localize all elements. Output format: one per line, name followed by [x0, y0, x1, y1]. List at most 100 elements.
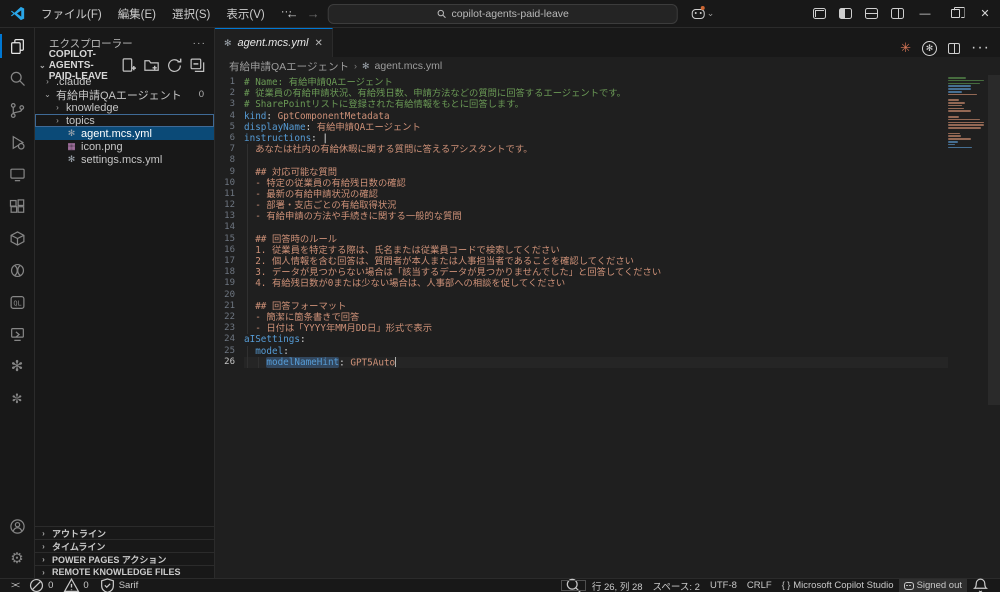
code-line-9[interactable]: 9 ## 対応可能な質問 — [215, 167, 948, 178]
nav-forward-icon[interactable]: → — [307, 6, 320, 21]
split-editor-icon[interactable] — [948, 43, 960, 54]
status-行 26, 列 28[interactable]: 行 26, 列 28 — [587, 579, 648, 592]
tree-file-agent.mcs.yml[interactable]: ✻agent.mcs.yml — [35, 127, 214, 140]
explorer-icon[interactable] — [0, 30, 35, 62]
source-control-icon[interactable] — [0, 94, 35, 126]
sidebar-section-POWER PAGES アクション[interactable]: ›POWER PAGES アクション — [35, 552, 214, 565]
code-line-15[interactable]: 15 ## 回答時のルール — [215, 234, 948, 245]
nav-back-icon[interactable]: ← — [286, 6, 299, 21]
code-line-16[interactable]: 16 1. 従業員を特定する際は、氏名または従業員コードで検索してください — [215, 245, 948, 256]
minimap-line — [948, 99, 959, 101]
code-line-13[interactable]: 13 - 有給申請の方法や手続きに関する一般的な質問 — [215, 211, 948, 222]
code-line-26[interactable]: 26 modelNameHint: GPT5Auto — [215, 357, 948, 368]
command-center-search[interactable]: copilot-agents-paid-leave — [328, 4, 678, 24]
code-line-11[interactable]: 11 - 最新の有給申請状況の確認 — [215, 189, 948, 200]
settings-gear-icon[interactable]: ⚙ — [0, 542, 35, 574]
explorer-more-actions-icon[interactable]: ··· — [193, 37, 207, 49]
code-line-25[interactable]: 25 model: — [215, 346, 948, 357]
tree-item-label: icon.png — [81, 141, 123, 153]
code-line-14[interactable]: 14 — [215, 222, 948, 233]
code-line-6[interactable]: 6instructions: | — [215, 133, 948, 144]
power-pages-icon[interactable] — [0, 318, 35, 350]
remote-status[interactable]: >< — [6, 579, 23, 592]
run-debug-icon[interactable] — [0, 126, 35, 158]
shield-status[interactable]: Sarif — [94, 579, 144, 592]
code-line-17[interactable]: 17 2. 個人情報を含む回答は、質問者が本人または人事担当者であることを確認し… — [215, 256, 948, 267]
toggle-panel-button[interactable] — [858, 0, 884, 27]
bell-status[interactable] — [967, 579, 994, 592]
tree-file-icon.png[interactable]: ▦icon.png — [35, 140, 214, 153]
remote-window-icon[interactable] — [0, 158, 35, 190]
refresh-icon[interactable] — [166, 57, 183, 74]
code-line-24[interactable]: 24aISettings: — [215, 334, 948, 345]
sidebar-section-タイムライン[interactable]: ›タイムライン — [35, 539, 214, 552]
tree-item-label: topics — [66, 115, 95, 127]
minimap[interactable] — [948, 77, 986, 149]
tree-folder-有給申請QAエージェント[interactable]: ⌄有給申請QAエージェント0 — [35, 88, 214, 101]
code-line-10[interactable]: 10 - 特定の従業員の有給残日数の確認 — [215, 178, 948, 189]
chevron-right-icon: › — [39, 542, 48, 551]
search-icon[interactable] — [0, 62, 35, 94]
tree-folder-knowledge[interactable]: ›knowledge — [35, 101, 214, 114]
code-line-12[interactable]: 12 - 部署・支店ごとの有給取得状況 — [215, 200, 948, 211]
code-line-8[interactable]: 8 — [215, 155, 948, 166]
error-status[interactable]: 0 — [23, 579, 58, 592]
menu-item-1[interactable]: 編集(E) — [111, 3, 163, 25]
copilot-menu-button[interactable]: ⌄ — [692, 8, 715, 19]
braces-status[interactable]: { }Microsoft Copilot Studio — [777, 579, 899, 592]
scrollbar[interactable] — [988, 75, 1000, 405]
account-icon[interactable] — [0, 510, 35, 542]
code-line-3[interactable]: 3# SharePointリストに登録された有給情報をもとに回答します。 — [215, 99, 948, 110]
sidebar-section-アウトライン[interactable]: ›アウトライン — [35, 526, 214, 539]
warning-status[interactable]: 0 — [58, 579, 93, 592]
more-actions-icon[interactable]: ··· — [971, 39, 990, 57]
breadcrumb-folder[interactable]: 有給申請QAエージェント — [229, 59, 349, 74]
code-line-23[interactable]: 23 - 日付は「YYYY年MM月DD日」形式で表示 — [215, 323, 948, 334]
minimize-button[interactable]: — — [910, 0, 940, 27]
tab-agent-mcs-yml[interactable]: ✻ agent.mcs.yml ✕ — [215, 28, 333, 57]
openai-icon[interactable]: ✻ — [0, 350, 35, 382]
code-line-21[interactable]: 21 ## 回答フォーマット — [215, 301, 948, 312]
status-CRLF[interactable]: CRLF — [742, 579, 777, 592]
menu-item-2[interactable]: 選択(S) — [165, 3, 217, 25]
zoom-status[interactable] — [560, 579, 587, 592]
line-number: 2 — [215, 88, 244, 99]
extensions-icon[interactable] — [0, 190, 35, 222]
tree-file-settings.mcs.yml[interactable]: ✻settings.mcs.yml — [35, 153, 214, 166]
menu-item-3[interactable]: 表示(V) — [219, 3, 271, 25]
close-button[interactable]: ✕ — [970, 0, 1000, 27]
collapse-all-icon[interactable] — [189, 57, 206, 74]
code-line-22[interactable]: 22 - 簡潔に箇条書きで回答 — [215, 312, 948, 323]
new-folder-icon[interactable] — [143, 57, 160, 74]
code-line-20[interactable]: 20 — [215, 290, 948, 301]
code-line-4[interactable]: 4kind: GptComponentMetadata — [215, 111, 948, 122]
code-line-7[interactable]: 7 あなたは社内の有給休暇に関する質問に答えるアシスタントです。 — [215, 144, 948, 155]
customize-layout-button[interactable] — [806, 0, 832, 27]
breadcrumb[interactable]: 有給申請QAエージェント › ✻ agent.mcs.yml — [215, 57, 1000, 75]
cube-icon[interactable] — [0, 222, 35, 254]
code-line-2[interactable]: 2# 従業員の有給申請状況、有給残日数、申請方法などの質問に回答するエージェント… — [215, 88, 948, 99]
sidebar-section-REMOTE KNOWLEDGE FILES[interactable]: ›REMOTE KNOWLEDGE FILES — [35, 565, 214, 578]
code-line-19[interactable]: 19 4. 有給残日数が0または少ない場合は、人事部への相談を促してください — [215, 278, 948, 289]
claude-icon[interactable]: ✳ — [900, 40, 911, 56]
code-line-18[interactable]: 18 3. データが見つからない場合は「該当するデータが見つかりませんでした」と… — [215, 267, 948, 278]
toggle-primary-sidebar-button[interactable] — [832, 0, 858, 27]
code-line-5[interactable]: 5displayName: 有給申請QAエージェント — [215, 122, 948, 133]
openai-circle-icon[interactable]: ✻ — [922, 41, 937, 56]
status-スペース: 2[interactable]: スペース: 2 — [648, 579, 705, 592]
code-line-1[interactable]: 1# Name: 有給申請QAエージェント — [215, 77, 948, 88]
code-editor[interactable]: 1# Name: 有給申請QAエージェント2# 従業員の有給申請状況、有給残日数… — [215, 75, 1000, 578]
close-tab-icon[interactable]: ✕ — [314, 38, 322, 49]
new-file-icon[interactable] — [120, 57, 137, 74]
power-platform-icon[interactable] — [0, 254, 35, 286]
status-UTF-8[interactable]: UTF-8 — [705, 579, 742, 592]
menu-item-0[interactable]: ファイル(F) — [34, 3, 109, 25]
toggle-secondary-sidebar-button[interactable] — [884, 0, 910, 27]
breadcrumb-file[interactable]: agent.mcs.yml — [375, 60, 443, 72]
restore-button[interactable] — [940, 0, 970, 27]
tree-folder-topics[interactable]: ›topics — [35, 114, 214, 127]
copilot-account-status[interactable]: Signed out — [899, 579, 967, 592]
workspace-root-row[interactable]: ⌄ COPILOT-AGENTS-PAID-LEAVE — [35, 58, 214, 72]
codeql-icon[interactable]: QL — [0, 286, 35, 318]
openai-alt-icon[interactable]: ✼ — [0, 382, 35, 414]
